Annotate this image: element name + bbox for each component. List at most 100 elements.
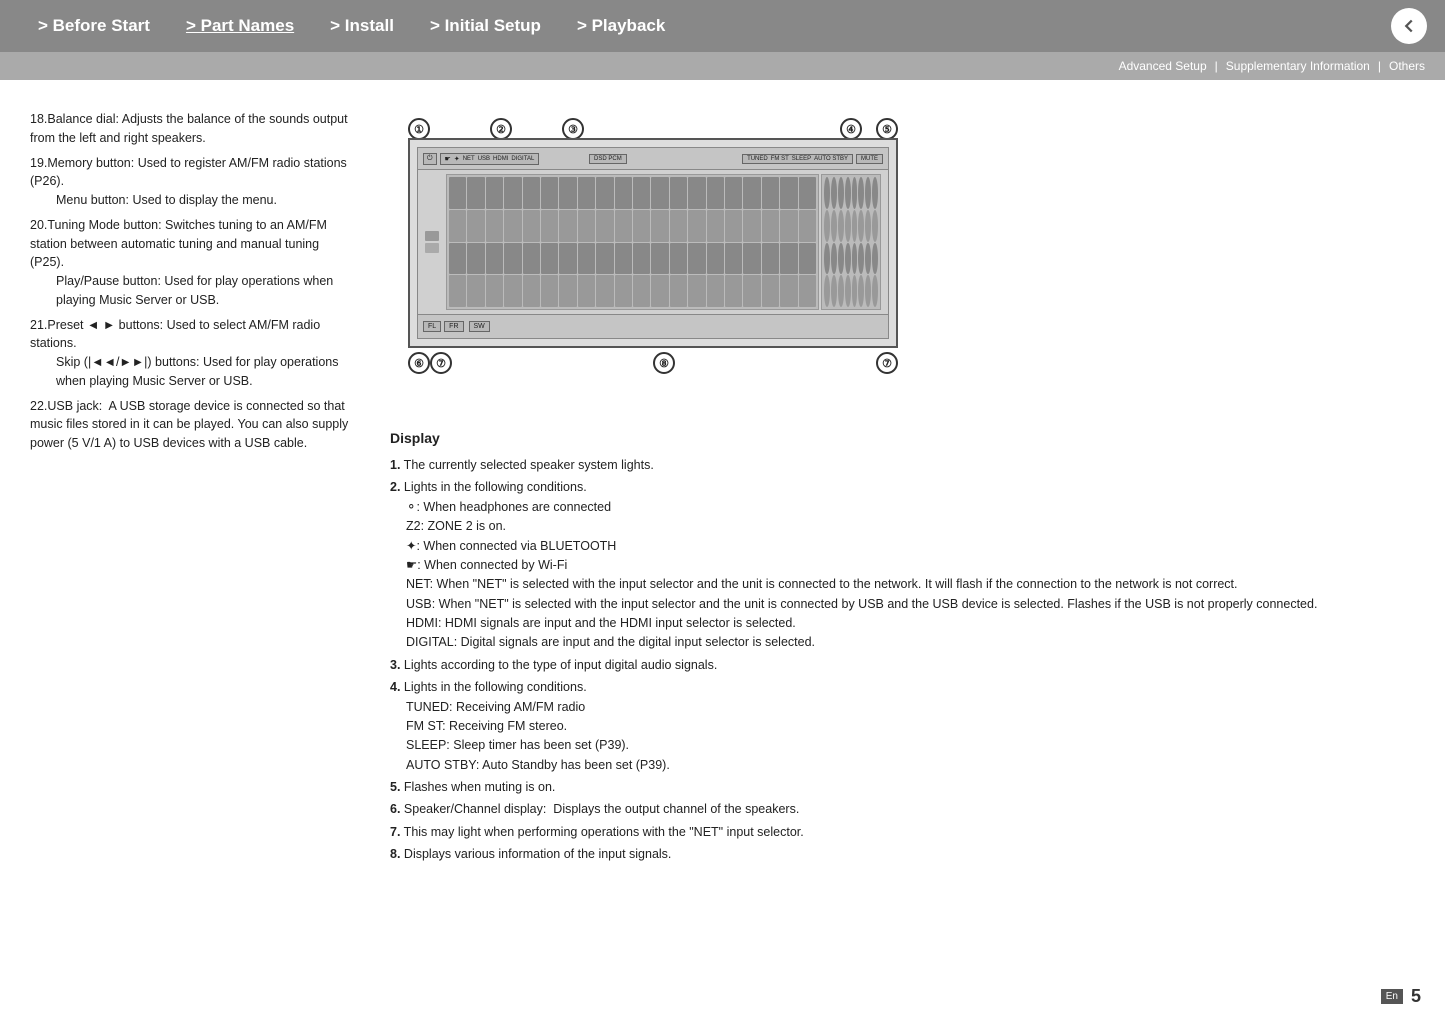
- led-cell: [688, 210, 705, 242]
- led-cell: [670, 177, 687, 209]
- led-cell: [707, 275, 724, 307]
- led-cell: [467, 210, 484, 242]
- desc-4-sub3: SLEEP: Sleep timer has been set (P39).: [390, 736, 1415, 755]
- callout-7a: ⑦: [430, 352, 452, 374]
- led-dot: [852, 243, 858, 275]
- mute-label: MUTE: [861, 156, 878, 162]
- callout-2: ②: [490, 118, 512, 140]
- led-cell: [486, 177, 503, 209]
- led-dot: [858, 177, 864, 209]
- callouts-bottom: ⑥ ⑦ ⑧ ⑦: [408, 352, 898, 374]
- led-cell: [762, 210, 779, 242]
- led-cell: [596, 275, 613, 307]
- led-cell: [633, 243, 650, 275]
- led-cell: [504, 275, 521, 307]
- callout-4: ④: [840, 118, 862, 140]
- item-19: 19.Memory button: Used to register AM/FM…: [30, 154, 350, 210]
- led-cell: [578, 243, 595, 275]
- main-content: 18.Balance dial: Adjusts the balance of …: [0, 80, 1445, 1023]
- item-22: 22.USB jack: A USB storage device is con…: [30, 397, 350, 453]
- desc-item-5: 5. Flashes when muting is on.: [390, 778, 1415, 797]
- led-dot: [865, 243, 871, 275]
- led-dot: [824, 210, 830, 242]
- callout-6: ⑥: [408, 352, 430, 374]
- item-20: 20.Tuning Mode button: Switches tuning t…: [30, 216, 350, 310]
- sec-nav-sep2: |: [1378, 59, 1381, 73]
- diagram-container: ① ② ③ ④ ⑤ ⏻: [390, 110, 910, 420]
- led-cell: [559, 177, 576, 209]
- led-cell: [504, 210, 521, 242]
- mute-indicator: MUTE: [856, 154, 883, 164]
- channel-labels: FL FR SW: [418, 314, 888, 338]
- led-cell: [596, 177, 613, 209]
- led-sp1: [425, 231, 439, 241]
- led-cell: [688, 275, 705, 307]
- item-19-num: 19.: [30, 156, 47, 170]
- wifi-icon: ☛: [445, 155, 451, 163]
- sec-nav-others[interactable]: Others: [1389, 59, 1425, 73]
- item-18-num: 18.: [30, 112, 47, 126]
- callout-5: ⑤: [876, 118, 898, 140]
- led-cell: [449, 275, 466, 307]
- net-usb-hdmi-digital: ☛ ✦ NET USB HDMI DIGITAL: [440, 153, 540, 165]
- led-cell: [541, 210, 558, 242]
- desc-item-1: 1. The currently selected speaker system…: [390, 456, 1415, 475]
- sec-nav-advanced-setup[interactable]: Advanced Setup: [1119, 59, 1207, 73]
- desc-4-sub2: FM ST: Receiving FM stereo.: [390, 717, 1415, 736]
- led-dot: [872, 275, 878, 307]
- nav-before-start[interactable]: > Before Start: [20, 16, 168, 36]
- led-cell: [780, 275, 797, 307]
- callout-7b: ⑦: [876, 352, 898, 374]
- led-dot: [845, 275, 851, 307]
- nav-install[interactable]: > Install: [312, 16, 412, 36]
- item-20-sub: Play/Pause button: Used for play operati…: [30, 272, 350, 310]
- led-cell: [743, 243, 760, 275]
- led-cell: [707, 210, 724, 242]
- sec-nav-supplementary[interactable]: Supplementary Information: [1226, 59, 1370, 73]
- nav-part-names[interactable]: > Part Names: [168, 16, 312, 36]
- desc-2-sub4: ☛: When connected by Wi-Fi: [390, 556, 1415, 575]
- led-dot: [845, 177, 851, 209]
- item-21: 21.Preset ◄ ► buttons: Used to select AM…: [30, 316, 350, 391]
- led-cell: [486, 275, 503, 307]
- fr-channel: FR: [444, 321, 463, 332]
- led-cell: [725, 177, 742, 209]
- led-dot: [852, 210, 858, 242]
- dsd-label: DSD: [594, 156, 607, 162]
- led-dot: [865, 177, 871, 209]
- led-cell: [633, 210, 650, 242]
- nav-initial-setup[interactable]: > Initial Setup: [412, 16, 559, 36]
- item-22-num: 22.: [30, 399, 47, 413]
- led-dot: [872, 243, 878, 275]
- dsd-pcm: DSD PCM: [589, 154, 627, 164]
- led-matrix: [423, 170, 883, 314]
- nav-playback[interactable]: > Playback: [559, 16, 683, 36]
- led-dot: [831, 210, 837, 242]
- desc-4-sub1: TUNED: Receiving AM/FM radio: [390, 698, 1415, 717]
- desc-item-4: 4. Lights in the following conditions. T…: [390, 678, 1415, 775]
- display-diagram-inner: ⏻ ☛ ✦ NET USB HDMI DIGITAL: [417, 147, 889, 339]
- display-section: Display 1. The currently selected speake…: [390, 430, 1415, 865]
- power-icon: ⏻: [427, 155, 433, 163]
- left-column: 18.Balance dial: Adjusts the balance of …: [30, 110, 350, 1003]
- led-dot: [838, 177, 844, 209]
- led-dot: [831, 275, 837, 307]
- led-cell: [799, 243, 816, 275]
- led-group-2: [821, 174, 881, 310]
- main-leds: [446, 174, 881, 310]
- led-dot: [858, 210, 864, 242]
- led-dot: [824, 177, 830, 209]
- led-dot: [824, 275, 830, 307]
- led-cell: [670, 275, 687, 307]
- led-cell: [486, 210, 503, 242]
- desc-item-2: 2. Lights in the following conditions. ⚬…: [390, 478, 1415, 652]
- led-cell: [799, 210, 816, 242]
- led-dot: [872, 210, 878, 242]
- back-button[interactable]: [1391, 8, 1427, 44]
- led-cell: [615, 177, 632, 209]
- led-cell: [615, 210, 632, 242]
- desc-item-8: 8. Displays various information of the i…: [390, 845, 1415, 864]
- led-cell: [780, 243, 797, 275]
- led-cell: [688, 177, 705, 209]
- callout-3: ③: [562, 118, 584, 140]
